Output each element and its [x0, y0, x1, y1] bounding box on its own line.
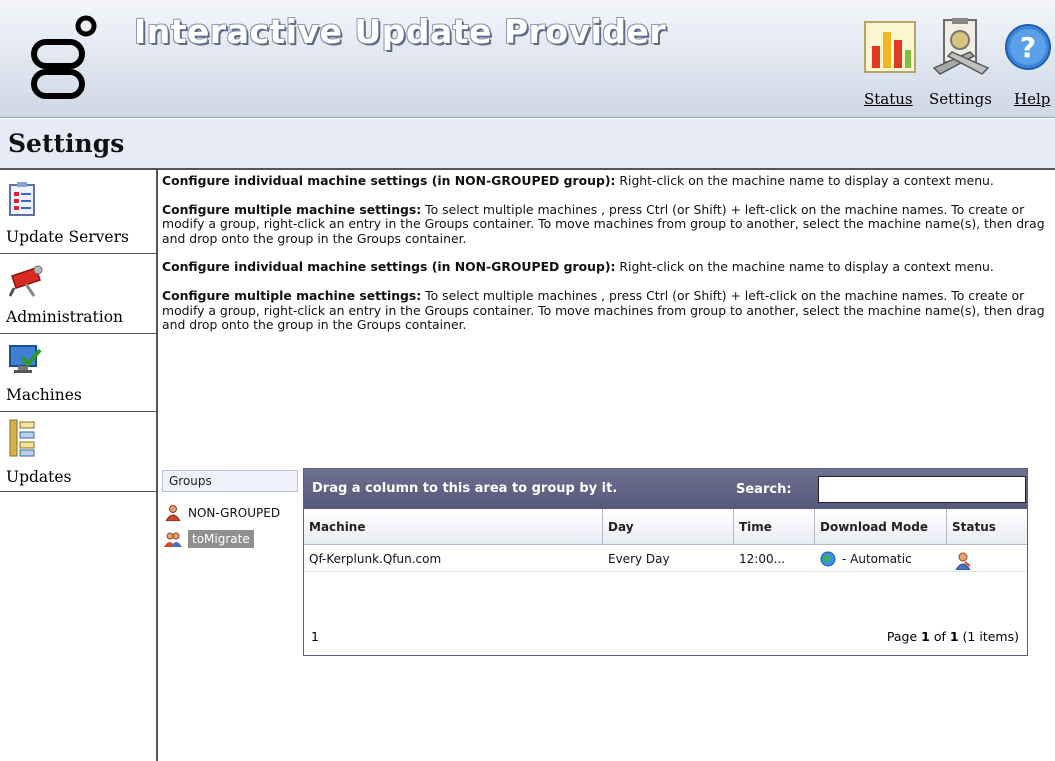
- tree-hierarchy-icon: [9, 419, 35, 457]
- cell-status: [947, 547, 1027, 571]
- column-header-machine[interactable]: Machine: [304, 509, 603, 545]
- settings-wrench-icon[interactable]: [930, 18, 992, 78]
- instruction-paragraph: Configure individual machine settings (i…: [162, 173, 994, 188]
- app-header: Interactive Update Provider ? Status Set…: [0, 0, 1055, 118]
- page-number[interactable]: 1: [311, 629, 319, 644]
- page-title-bar: Settings: [0, 118, 1055, 170]
- instruction-paragraph: Configure multiple machine settings: To …: [162, 287, 1045, 333]
- cell-time: 12:00...: [739, 552, 786, 566]
- globe-icon: [820, 551, 836, 567]
- computer-check-icon: [9, 345, 42, 373]
- sidebar-item-administration[interactable]: Administration: [0, 254, 156, 334]
- app-title: Interactive Update Provider: [134, 12, 667, 51]
- help-link[interactable]: Help: [1014, 90, 1050, 108]
- group-by-hint: Drag a column to this area to group by i…: [312, 481, 618, 496]
- sidebar-item-label: Update Servers: [6, 228, 129, 246]
- users-icon: [164, 532, 182, 547]
- groups-panel: Groups NON-GROUPED toMigrate: [162, 470, 298, 600]
- sidebar-item-label: Administration: [6, 308, 124, 326]
- pager-summary: Page 1 of 1 (1 items): [886, 629, 1019, 644]
- groups-header: Groups: [162, 470, 298, 492]
- user-group-icon: [165, 505, 181, 521]
- search-input[interactable]: [818, 476, 1026, 503]
- instruction-paragraph: Configure multiple machine settings: To …: [162, 201, 1045, 246]
- column-header-day[interactable]: Day: [603, 509, 734, 545]
- group-label: toMigrate: [188, 530, 254, 548]
- instruction-paragraph: Configure individual machine settings (i…: [162, 259, 994, 275]
- sidebar: Update Servers Administration Machines U…: [0, 170, 158, 761]
- checklist-icon: [9, 182, 35, 216]
- cell-machine: Qf-Kerplunk.Qfun.com: [309, 552, 442, 566]
- sidebar-item-machines[interactable]: Machines: [0, 334, 156, 412]
- machines-grid: Drag a column to this area to group by i…: [303, 468, 1028, 656]
- sidebar-item-label: Machines: [6, 386, 82, 404]
- column-header-time[interactable]: Time: [734, 509, 815, 545]
- sidebar-item-label: Updates: [6, 468, 72, 486]
- column-header-status[interactable]: Status: [947, 509, 1027, 545]
- status-chart-icon[interactable]: [864, 18, 916, 76]
- settings-link[interactable]: Settings: [929, 90, 992, 108]
- user-icon: [955, 552, 971, 571]
- grid-group-bar[interactable]: Drag a column to this area to group by i…: [304, 469, 1027, 509]
- group-label: NON-GROUPED: [188, 506, 281, 520]
- column-header-download-mode[interactable]: Download Mode: [815, 509, 947, 545]
- sidebar-item-update-servers[interactable]: Update Servers: [0, 170, 156, 254]
- group-item-non-grouped[interactable]: NON-GROUPED: [164, 502, 280, 524]
- help-icon[interactable]: ?: [1004, 22, 1052, 72]
- download-mode-text: - Automatic: [842, 552, 912, 566]
- status-link[interactable]: Status: [864, 90, 913, 108]
- svg-text:?: ?: [1020, 31, 1036, 64]
- cell-day: Every Day: [608, 552, 670, 566]
- logo-icon: [31, 15, 97, 99]
- sidebar-empty-area: [0, 492, 156, 761]
- search-label: Search:: [736, 482, 792, 497]
- instructions: Configure individual machine settings (i…: [162, 173, 1047, 347]
- row-divider: [304, 571, 1027, 572]
- cell-download-mode: - Automatic: [815, 547, 947, 571]
- group-item-tomigrate[interactable]: toMigrate: [164, 528, 254, 550]
- toolbox-icon: [8, 265, 43, 297]
- page-title: Settings: [8, 129, 125, 158]
- sidebar-item-updates[interactable]: Updates: [0, 412, 156, 492]
